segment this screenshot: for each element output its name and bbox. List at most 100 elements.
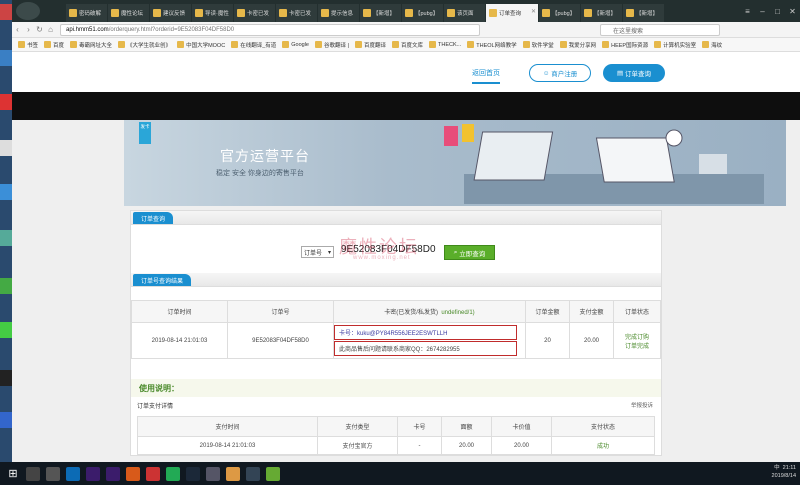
query-type-select[interactable]: 订单号 ▾ bbox=[301, 246, 334, 258]
register-button[interactable]: ☺ 商户注册 bbox=[529, 64, 591, 82]
tab-close-icon[interactable]: ✕ bbox=[531, 8, 536, 15]
app-icon[interactable] bbox=[66, 466, 80, 481]
bookmark-item[interactable]: THECK... bbox=[429, 41, 461, 48]
desktop-app-icon[interactable] bbox=[0, 412, 12, 428]
tab-favicon-icon bbox=[363, 9, 371, 17]
nav-home-link[interactable]: 返回首页 bbox=[472, 68, 500, 84]
tab-label: 提示信息 bbox=[331, 11, 354, 17]
tab-favicon-icon bbox=[321, 9, 329, 17]
task-view-icon[interactable] bbox=[46, 466, 60, 481]
browser-tab[interactable]: 魔性论坛 bbox=[108, 4, 149, 22]
desktop-app-icon[interactable] bbox=[0, 370, 12, 386]
bookmark-item[interactable]: 百度文库 bbox=[391, 41, 423, 49]
app-icon[interactable] bbox=[146, 466, 160, 481]
url-path: /orderquery.html?orderid=9E52083F04DF58D… bbox=[108, 26, 235, 33]
minimize-icon[interactable]: – bbox=[755, 7, 770, 16]
pay-type: 支付宝官方 bbox=[317, 436, 398, 455]
clock-time[interactable]: 21:11 bbox=[783, 465, 796, 471]
bookmark-item[interactable]: 我爱分享网 bbox=[559, 41, 596, 49]
bookmark-icon bbox=[391, 41, 399, 48]
order-query-button[interactable]: ▤ 订单查询 bbox=[603, 64, 665, 82]
payment-table: 支付时间 支付类型 卡号 面额 卡价值 支付状态 2019-08-14 21:0… bbox=[137, 416, 655, 455]
col-header: 面额 bbox=[441, 416, 492, 437]
browser-logo-icon[interactable] bbox=[16, 2, 40, 20]
premiere-icon[interactable] bbox=[106, 466, 120, 481]
desktop-app-icon[interactable] bbox=[0, 230, 12, 246]
browser-taskbar-icon[interactable] bbox=[226, 466, 240, 481]
bookmark-item[interactable]: 软件学堂 bbox=[522, 41, 554, 49]
windows-start-icon[interactable]: ⊞ bbox=[6, 467, 20, 481]
desktop-app-icon[interactable] bbox=[0, 322, 12, 338]
bookmark-label: Google bbox=[291, 41, 309, 48]
search-input[interactable]: 在这里搜索 bbox=[600, 24, 720, 36]
menu-icon[interactable]: ≡ bbox=[740, 7, 755, 16]
premiere-icon[interactable] bbox=[86, 466, 100, 481]
search-icon[interactable] bbox=[26, 466, 40, 481]
desktop-app-icon[interactable] bbox=[0, 4, 12, 20]
desktop-app-icon[interactable] bbox=[0, 50, 12, 66]
app-icon[interactable] bbox=[266, 466, 280, 481]
close-icon[interactable]: ✕ bbox=[785, 7, 800, 16]
desktop-app-icon[interactable] bbox=[0, 140, 12, 156]
bookmark-label: 软件学堂 bbox=[531, 42, 554, 49]
browser-tab[interactable]: 【pubg】 bbox=[539, 4, 580, 22]
browser-tab[interactable]: 导读·魔性 bbox=[192, 4, 233, 22]
bookmark-item[interactable]: 《大学生就业创》 bbox=[118, 41, 171, 49]
app-icon[interactable] bbox=[246, 466, 260, 481]
tab-label: 建议反馈 bbox=[163, 11, 186, 17]
forward-icon[interactable]: › bbox=[23, 25, 34, 34]
browser-tab[interactable]: 提示信息 bbox=[318, 4, 359, 22]
app-icon[interactable] bbox=[166, 466, 180, 481]
ime-indicator[interactable]: 中 bbox=[774, 465, 780, 471]
order-id-input[interactable]: 9E52083F04DF58D0 bbox=[341, 244, 436, 255]
tab-label: 【新增】 bbox=[636, 11, 659, 17]
desktop-app-icon[interactable] bbox=[0, 278, 12, 294]
bookmark-label: 百度翻译 bbox=[363, 42, 386, 49]
browser-tab[interactable]: 密码破解 bbox=[66, 4, 107, 22]
query-button[interactable]: ⌕ 立即查询 bbox=[444, 245, 495, 260]
bookmark-item[interactable]: 书签 bbox=[18, 41, 38, 49]
bookmark-item[interactable]: 百度翻译 bbox=[354, 41, 386, 49]
clock-date[interactable]: 2019/8/14 bbox=[772, 472, 796, 480]
bookmark-item[interactable]: 百度 bbox=[44, 41, 64, 49]
col-header: 支付类型 bbox=[317, 416, 398, 437]
steam-icon[interactable] bbox=[186, 466, 200, 481]
card-key[interactable]: 卡号：kuku@PY84R556JEE2ESWTLLH bbox=[334, 325, 517, 340]
browser-tab[interactable]: 【pubg】 bbox=[402, 4, 443, 22]
browser-tab[interactable]: 【新增】 bbox=[360, 4, 401, 22]
browser-tab[interactable]: 卡密已发 bbox=[276, 4, 317, 22]
desktop-app-icon[interactable] bbox=[0, 94, 12, 110]
app-icon[interactable] bbox=[206, 466, 220, 481]
browser-tab[interactable]: 卡密已发 bbox=[234, 4, 275, 22]
browser-tab[interactable]: 该页面 bbox=[444, 4, 485, 22]
app-icon[interactable] bbox=[126, 466, 140, 481]
browser-tab[interactable]: 建议反馈 bbox=[150, 4, 191, 22]
browser-tab[interactable]: 订单查询 ✕ bbox=[486, 4, 538, 22]
bookmark-item[interactable]: 计算机实验室 bbox=[654, 41, 696, 49]
bookmark-item[interactable]: 在线翻译_有道 bbox=[231, 41, 276, 49]
desktop-app-icon[interactable] bbox=[0, 184, 12, 200]
refresh-icon[interactable]: ↻ bbox=[34, 25, 45, 34]
bookmark-item[interactable]: 中国大学MOOC bbox=[177, 41, 225, 49]
bookmark-item[interactable]: 谷歌翻译 | bbox=[315, 41, 349, 49]
back-icon[interactable]: ‹ bbox=[12, 25, 23, 34]
browser-tab[interactable]: 【新增】 bbox=[581, 4, 622, 22]
bookmark-item[interactable]: HEEP国际资源 bbox=[602, 41, 648, 49]
maximize-icon[interactable]: □ bbox=[770, 7, 785, 16]
bookmark-item[interactable]: 毒霸网址大全 bbox=[70, 41, 112, 49]
browser-tab[interactable]: 【新增】 bbox=[623, 4, 664, 22]
home-icon[interactable]: ⌂ bbox=[45, 25, 56, 34]
report-link[interactable]: 举报投诉 bbox=[631, 401, 653, 409]
banner-illustration bbox=[444, 124, 764, 204]
tab-favicon-icon bbox=[195, 9, 203, 17]
col-header: 支付金额 bbox=[569, 300, 614, 323]
bookmark-item[interactable]: THEOL网络教学 bbox=[467, 41, 517, 49]
bookmark-label: THEOL网络教学 bbox=[476, 42, 517, 49]
site-header: 返回首页 ☺ 商户注册 ▤ 订单查询 bbox=[12, 52, 800, 92]
banner-flag: 发卡 bbox=[139, 122, 151, 144]
bookmark-item[interactable]: 海纹 bbox=[702, 41, 722, 49]
tab-label: 【新增】 bbox=[373, 11, 396, 17]
bookmark-item[interactable]: Google bbox=[282, 41, 309, 48]
register-label: 商户注册 bbox=[551, 71, 578, 78]
url-input[interactable]: api.hmm51.com/orderquery.html?orderid=9E… bbox=[60, 23, 480, 36]
